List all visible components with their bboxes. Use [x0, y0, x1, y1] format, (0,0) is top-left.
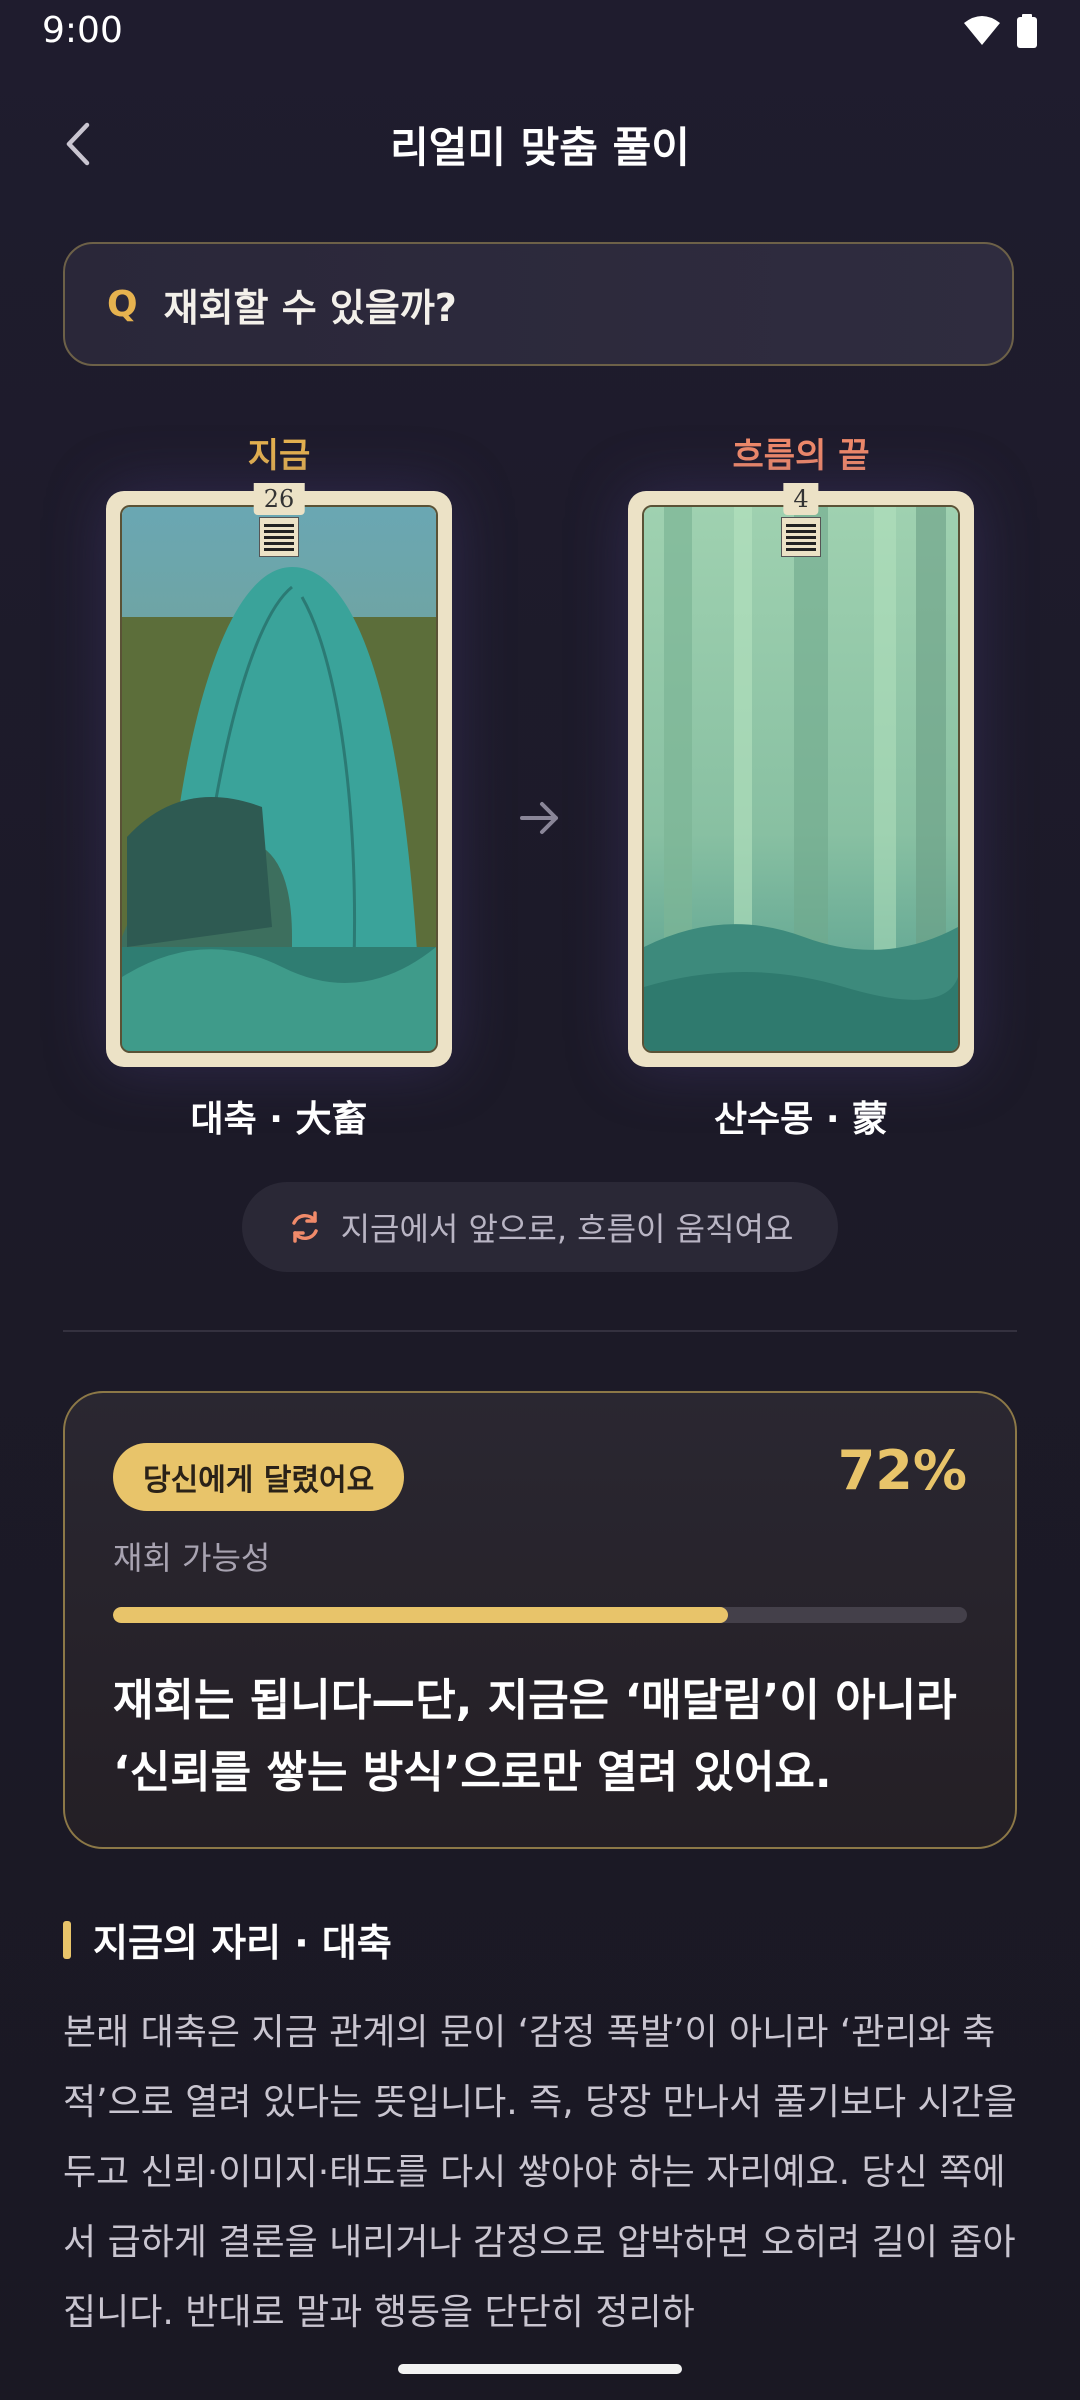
card-end-number: 4 [783, 483, 819, 515]
section-body: 본래 대축은 지금 관계의 문이 ‘감정 폭발’이 아니라 ‘관리와 축적’으로… [63, 2012, 1017, 2333]
page-title: 리얼미 맞춤 풀이 [390, 123, 690, 172]
section-title-text: 지금의 자리 · 대축 [93, 1921, 392, 1965]
divider [63, 1330, 1017, 1332]
result-badge: 당신에게 달렸어요 [113, 1443, 405, 1511]
hexagram-icon [781, 517, 821, 557]
card-end-label: 흐름의 끝 [732, 436, 870, 476]
result-verdict: 재회는 됩니다—단, 지금은 ‘매달림’이 아니라 ‘신뢰를 쌓는 방식’으로만… [113, 1675, 957, 1798]
question-box: Q 재회할 수 있을까? [63, 242, 1014, 366]
card-end[interactable]: 4 [628, 483, 974, 1067]
refresh-icon [291, 1211, 318, 1243]
hexagram-icon [259, 517, 299, 557]
question-text: 재회할 수 있을까? [163, 285, 457, 330]
progress-fill [113, 1607, 728, 1623]
status-time: 9:00 [42, 10, 123, 51]
card-now-label: 지금 [247, 436, 311, 476]
result-card: 당신에게 달렸어요 72% 재회 가능성 재회는 됩니다—단, 지금은 ‘매달림… [63, 1391, 1017, 1849]
flow-hint: 지금에서 앞으로, 흐름이 움직여요 [242, 1182, 838, 1272]
arrow-right-icon [520, 802, 558, 834]
forest-illustration [644, 507, 958, 1051]
card-now[interactable]: 26 [106, 483, 452, 1067]
home-indicator[interactable] [398, 2364, 682, 2374]
mountain-illustration [122, 507, 436, 1051]
status-bar: 9:00 [0, 0, 1080, 60]
battery-icon [1017, 14, 1037, 48]
card-end-name: 산수몽 · 蒙 [713, 1099, 889, 1140]
flow-text: 지금에서 앞으로, 흐름이 움직여요 [340, 1210, 794, 1248]
status-icons [962, 14, 1038, 48]
wifi-icon [964, 16, 1000, 45]
card-end-illustration [642, 505, 960, 1053]
probability-progress-bar [113, 1607, 967, 1623]
section-title: 지금의 자리 · 대축 [63, 1912, 392, 1967]
section-accent-bar [63, 1920, 71, 1959]
question-prefix: Q [107, 283, 138, 325]
probability-label: 재회 가능성 [113, 1539, 271, 1577]
card-now-name: 대축 · 大畜 [190, 1099, 368, 1140]
card-now-number: 26 [253, 483, 305, 515]
result-percent: 72% [837, 1439, 967, 1502]
app-bar: 리얼미 맞춤 풀이 [0, 100, 1080, 188]
card-now-illustration [120, 505, 438, 1053]
